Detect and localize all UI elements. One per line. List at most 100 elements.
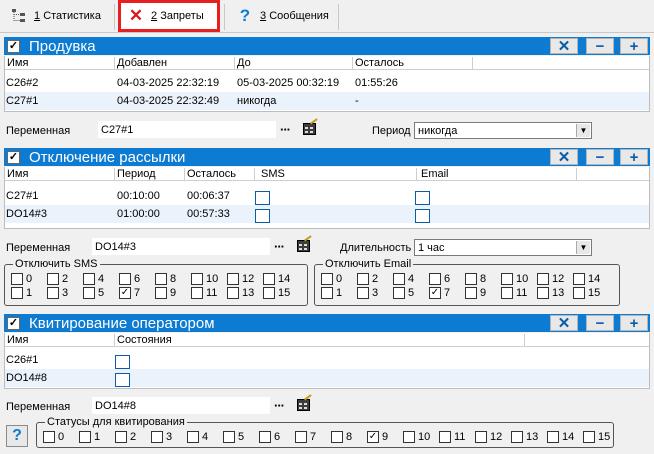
checkbox-3[interactable]: 3 <box>151 431 172 443</box>
state-cell[interactable] <box>255 191 270 205</box>
checkbox-box[interactable]: ✓ <box>119 287 131 299</box>
col-period[interactable]: Период <box>117 168 185 181</box>
table-row[interactable]: C26#1 ✓✓✓✓ <box>5 351 649 369</box>
checkbox-box[interactable] <box>583 431 595 443</box>
checkbox-box[interactable] <box>11 273 23 285</box>
checkbox-box[interactable] <box>465 287 477 299</box>
checkbox-box[interactable] <box>439 431 451 443</box>
checkbox-box[interactable] <box>191 287 203 299</box>
checkbox-4[interactable]: 4 <box>187 431 208 443</box>
checkbox-13[interactable]: 13 <box>227 287 254 299</box>
checkbox-6[interactable]: 6 <box>429 273 450 285</box>
col-name[interactable]: Имя <box>7 57 115 70</box>
checkbox-box[interactable] <box>331 431 343 443</box>
checkbox-5[interactable]: 5 <box>223 431 244 443</box>
variable-field[interactable]: C27#1 <box>98 121 276 138</box>
variable-field[interactable]: DO14#3 <box>92 238 270 255</box>
calculator-icon[interactable] <box>296 235 314 253</box>
col-email[interactable]: Email <box>421 168 577 181</box>
checkbox-box[interactable] <box>47 273 59 285</box>
table-row[interactable]: DO14#8 ✓ <box>5 369 649 387</box>
checkbox-8[interactable]: 8 <box>155 273 176 285</box>
calculator-icon[interactable] <box>302 118 320 136</box>
checkbox-box[interactable] <box>321 287 333 299</box>
checkbox-10[interactable]: 10 <box>403 431 430 443</box>
close-button[interactable]: ✕ <box>550 38 578 54</box>
checkbox-3[interactable]: 3 <box>357 287 378 299</box>
checkbox-box[interactable] <box>295 431 307 443</box>
checkbox-box[interactable] <box>83 273 95 285</box>
checkbox-8[interactable]: 8 <box>331 431 352 443</box>
checkbox-box[interactable] <box>47 287 59 299</box>
checkbox-15[interactable]: 15 <box>263 287 290 299</box>
checkbox-1[interactable]: 1 <box>11 287 32 299</box>
checkbox-6[interactable]: 6 <box>119 273 140 285</box>
checkbox-11[interactable]: 11 <box>501 287 527 299</box>
minus-button[interactable]: − <box>586 38 614 54</box>
plus-button[interactable]: + <box>620 149 648 165</box>
ack-enable-checkbox[interactable]: ✓ <box>7 316 20 330</box>
plus-button[interactable]: + <box>620 38 648 54</box>
minus-button[interactable]: − <box>586 315 614 331</box>
checkbox-box[interactable] <box>393 287 405 299</box>
checkbox-8[interactable]: 8 <box>465 273 486 285</box>
tab-messages[interactable]: ? 3 Сообщения <box>230 0 338 32</box>
col-until[interactable]: До <box>237 57 353 70</box>
checkbox-15[interactable]: 15 <box>583 431 610 443</box>
checkbox-box[interactable] <box>357 287 369 299</box>
col-remaining[interactable]: Осталось <box>355 57 473 70</box>
checkbox-box[interactable]: ✓ <box>367 431 379 443</box>
checkbox-10[interactable]: 10 <box>501 273 528 285</box>
period-select[interactable]: никогда ▼ <box>414 122 592 139</box>
col-name[interactable]: Имя <box>7 334 115 347</box>
checkbox-box[interactable] <box>11 287 23 299</box>
checkbox-9[interactable]: 9 <box>465 287 486 299</box>
checkbox-7[interactable]: ✓ 7 <box>119 287 140 299</box>
checkbox-box[interactable] <box>465 273 477 285</box>
checkbox-7[interactable]: 7 <box>295 431 316 443</box>
checkbox-12[interactable]: 12 <box>537 273 564 285</box>
checkbox-2[interactable]: 2 <box>47 273 68 285</box>
checkbox-7[interactable]: ✓ 7 <box>429 287 450 299</box>
browse-button[interactable]: ··· <box>280 122 291 137</box>
checkbox-box[interactable] <box>155 273 167 285</box>
checkbox-box[interactable] <box>187 431 199 443</box>
checkbox-box[interactable] <box>357 273 369 285</box>
state-cell[interactable] <box>415 191 430 205</box>
checkbox-box[interactable] <box>537 273 549 285</box>
checkbox-box[interactable] <box>155 287 167 299</box>
checkbox-5[interactable]: 5 <box>393 287 414 299</box>
checkbox-12[interactable]: 12 <box>475 431 502 443</box>
plus-button[interactable]: + <box>620 315 648 331</box>
close-button[interactable]: ✕ <box>550 315 578 331</box>
checkbox-15[interactable]: 15 <box>573 287 600 299</box>
checkbox-box[interactable] <box>475 431 487 443</box>
col-remaining[interactable]: Осталось <box>187 168 255 181</box>
checkbox-14[interactable]: 14 <box>547 431 574 443</box>
col-states[interactable]: Состояния <box>117 334 525 347</box>
checkbox-4[interactable]: 4 <box>393 273 414 285</box>
help-button[interactable]: ? <box>6 425 28 447</box>
checkbox-box[interactable] <box>403 431 415 443</box>
checkbox-box[interactable] <box>501 273 513 285</box>
checkbox-box[interactable] <box>263 273 275 285</box>
checkbox-box[interactable] <box>115 431 127 443</box>
checkbox-13[interactable]: 13 <box>511 431 538 443</box>
col-added[interactable]: Добавлен <box>117 57 235 70</box>
checkbox-box[interactable] <box>263 287 275 299</box>
checkbox-box[interactable] <box>573 287 585 299</box>
checkbox-box[interactable] <box>227 287 239 299</box>
checkbox-box[interactable] <box>83 287 95 299</box>
checkbox-box[interactable] <box>119 273 131 285</box>
browse-button[interactable]: ··· <box>274 239 285 254</box>
state-cell[interactable] <box>115 373 130 387</box>
variable-field[interactable]: DO14#8 <box>92 397 270 414</box>
checkbox-9[interactable]: ✓ 9 <box>367 431 388 443</box>
checkbox-11[interactable]: 11 <box>191 287 217 299</box>
checkbox-0[interactable]: 0 <box>321 273 342 285</box>
checkbox-box[interactable] <box>151 431 163 443</box>
tab-statistics[interactable]: 1 Статистика <box>4 0 112 32</box>
checkbox-box[interactable] <box>537 287 549 299</box>
table-row[interactable]: C27#1 00:10:00 00:06:37 ✓✓✓✓✓ ✓✓✓✓✓✓ <box>5 187 649 205</box>
col-sms[interactable]: SMS <box>261 168 417 181</box>
